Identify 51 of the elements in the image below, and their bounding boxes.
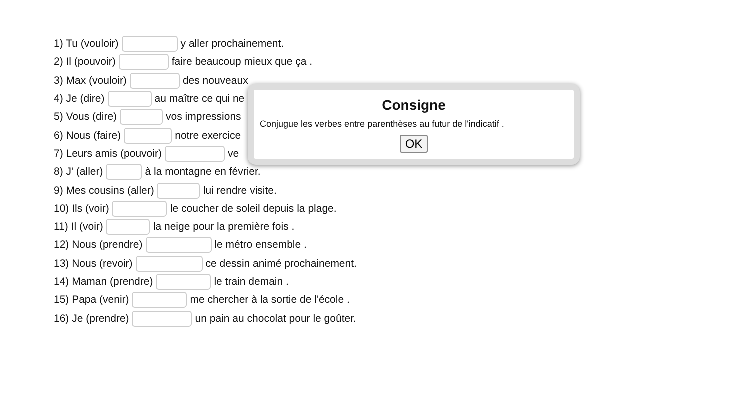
answer-field[interactable] xyxy=(106,164,142,180)
answer-field[interactable] xyxy=(136,256,203,272)
answer-field[interactable] xyxy=(156,274,212,290)
exercise-prompt: 8) J' (aller) xyxy=(54,166,104,178)
sentence-end: me chercher à la sortie de l'école . xyxy=(190,294,350,306)
sentence-end: des nouveaux xyxy=(182,74,248,87)
sentence-end: le coucher de soleil depuis la plage. xyxy=(170,202,337,215)
exercise-prompt: 5) Vous (dire) xyxy=(54,111,118,124)
ok-button[interactable]: OK xyxy=(400,135,428,153)
exercise-prompt: 13) Nous (revoir) xyxy=(54,258,133,270)
exercise-prompt: 4) Je (dire) xyxy=(54,93,105,106)
answer-field[interactable] xyxy=(132,310,192,327)
sentence-end: faire beaucoup mieux que ça . xyxy=(172,56,313,68)
exercise-prompt: 2) Il (pouvoir) xyxy=(54,56,116,68)
exercise-prompt: 11) Il (voir) xyxy=(54,221,104,234)
exercise-prompt: 16) Je (prendre) xyxy=(54,312,130,325)
answer-field[interactable] xyxy=(108,91,152,108)
answer-field[interactable] xyxy=(118,54,169,70)
sentence-end: ce dessin animé prochainement. xyxy=(206,258,357,270)
exercise-prompt: 1) Tu (vouloir) xyxy=(54,38,119,50)
answer-field[interactable] xyxy=(106,219,150,236)
answer-field[interactable] xyxy=(146,237,212,254)
sentence-end: le train demain . xyxy=(214,276,289,288)
answer-field[interactable] xyxy=(120,109,164,126)
exercise-prompt: 12) Nous (prendre) xyxy=(54,239,143,252)
answer-field[interactable] xyxy=(164,146,225,162)
sentence-end: notre exercice xyxy=(175,130,242,142)
answer-field[interactable] xyxy=(157,182,200,199)
exercise-prompt: 14) Maman (prendre) xyxy=(54,276,154,288)
answer-field[interactable] xyxy=(124,128,172,144)
sentence-end: ve xyxy=(228,148,240,160)
exercise-prompt: 7) Leurs amis (pouvoir) xyxy=(54,148,162,160)
exercise-prompt: 15) Papa (venir) xyxy=(54,294,130,306)
sentence-end: la neige pour la première fois . xyxy=(153,221,295,234)
dialog-message: Conjugue les verbes entre parenthèses au futur de l'indicatif . xyxy=(260,119,504,129)
exercise-prompt: 6) Nous (faire) xyxy=(54,130,122,142)
exercise-prompt: 10) Ils (voir) xyxy=(54,202,110,215)
sentence-end: vos impressions xyxy=(166,111,242,124)
sentence-end: un pain au chocolat pour le goûter. xyxy=(195,312,356,325)
sentence-end: à la montagne en février. xyxy=(145,166,261,178)
exercise-prompt: 9) Mes cousins (aller) xyxy=(54,184,154,197)
answer-field[interactable] xyxy=(112,200,168,217)
answer-field[interactable] xyxy=(132,292,188,308)
answer-field[interactable] xyxy=(122,36,178,52)
sentence-end: le métro ensemble . xyxy=(214,239,307,252)
sentence-end: au maître ce qui ne xyxy=(154,93,245,106)
dialog-title: Consigne xyxy=(382,97,446,113)
exercise-prompt: 3) Max (vouloir) xyxy=(54,74,127,87)
answer-field[interactable] xyxy=(130,72,180,89)
sentence-end: y aller prochainement. xyxy=(180,38,284,50)
sentence-end: lui rendre visite. xyxy=(203,184,277,197)
